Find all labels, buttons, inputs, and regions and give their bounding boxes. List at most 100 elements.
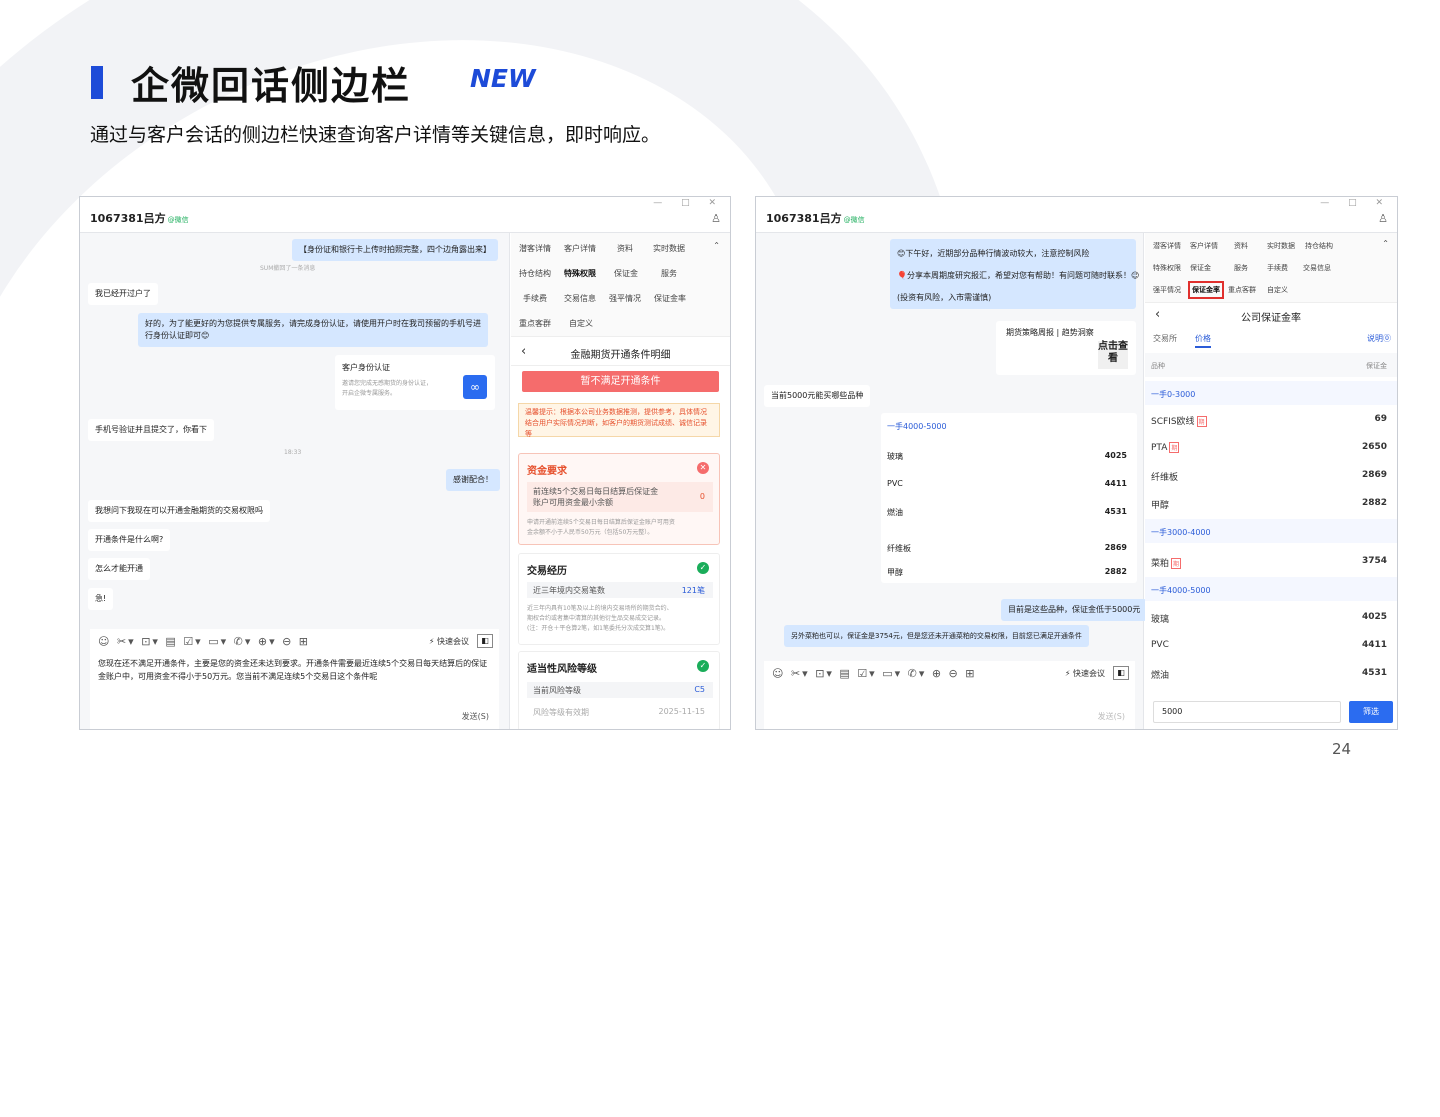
list-item[interactable]: 燃油 4531 [1145,659,1397,687]
tab-margin[interactable]: 保证金 [614,268,638,279]
tab-margin-rate[interactable]: 保证金率 [1188,281,1224,299]
tab-fees[interactable]: 手续费 [1267,263,1288,273]
help-link[interactable]: 说明⓪ [1367,333,1391,344]
item-name: 纤维板 [887,544,911,553]
list-item[interactable]: SCFIS欧线期 69 [1145,405,1397,433]
tab-special-permissions[interactable]: 特殊权限 [1153,263,1181,273]
item-value: 2882 [1361,498,1387,508]
tab-key-groups[interactable]: 重点客群 [1228,285,1256,295]
tab-client-details[interactable]: 客户详情 [564,243,596,254]
risk-section: 适当性风险等级 ✓ 当前风险等级 C5 风险等级有效期 2025-11-15 [518,651,720,729]
collapse-icon[interactable]: ⌃ [1382,239,1389,248]
window-controls[interactable]: — □ ✕ [653,198,724,208]
row-label: 当前风险等级 [533,686,581,695]
item-name: PTA 期 [1151,442,1180,453]
chat-message: 当前5000元能买哪些品种 [764,385,871,407]
page-subtitle: 通过与客户会话的侧边栏快速查询客户详情等关键信息，即时响应。 [90,124,661,146]
item-name: 燃油 [887,508,903,517]
toolbar-icons[interactable]: ☺ ✂▾ ⊡▾ ▤ ☑▾ ▭▾ ✆▾ ⊕ ⊖ ⊞ [772,667,977,680]
row-value: 2025-11-15 [658,707,706,716]
sidebar-toggle-icon[interactable]: ◧ [1113,666,1129,680]
chat-message: 我想问下我现在可以开通金融期货的交易权限吗 [88,500,270,522]
recall-notice: SUM撤回了一条消息 [260,265,316,272]
window-controls[interactable]: — □ ✕ [1320,198,1391,208]
toolbar-icons[interactable]: ☺ ✂▾ ⊡▾ ▤ ☑▾ ▭▾ ✆▾ ⊕▾ ⊖ ⊞ [98,635,310,648]
tab-margin[interactable]: 保证金 [1190,263,1211,273]
input-area[interactable]: ☺ ✂▾ ⊡▾ ▤ ☑▾ ▭▾ ✆▾ ⊕ ⊖ ⊞ ⚡ 快速会议 ◧ 发送(S) [764,661,1135,729]
title-accent-bar [91,66,103,99]
sidebar-panel: 潜客详情 客户详情 资料 实时数据 ⌃ 持仓结构 特殊权限 保证金 服务 手续费… [511,233,730,729]
collapse-icon[interactable]: ⌃ [713,241,720,250]
tab-service[interactable]: 服务 [1234,263,1248,273]
tab-service[interactable]: 服务 [661,268,677,279]
report-thumbnail: 点击查看 [1098,341,1128,369]
tab-margin-rate[interactable]: 保证金率 [654,293,686,304]
status-button[interactable]: 暂不满足开通条件 [522,371,719,392]
tab-key-groups[interactable]: 重点客群 [519,318,551,329]
tab-custom[interactable]: 自定义 [1267,285,1288,295]
item-name: SCFIS欧线期 [1151,416,1207,427]
chat-message: 急! [88,588,114,610]
sidebar-toggle-icon[interactable]: ◧ [477,634,493,648]
fail-icon: ✕ [697,462,709,474]
add-user-icon[interactable]: ♙ [1378,212,1388,225]
page-title: 企微回话侧边栏 [131,64,412,108]
chat-message: 怎么才能开通 [88,558,150,580]
tab-fees[interactable]: 手续费 [523,293,547,304]
tab-client-details[interactable]: 客户详情 [1190,241,1218,251]
item-name: 纤维板 [1151,473,1179,483]
send-button[interactable]: 发送(S) [462,711,489,722]
tab-forced-liquidation[interactable]: 强平情况 [1153,285,1181,295]
tab-materials[interactable]: 资料 [1234,241,1248,251]
add-user-icon[interactable]: ♙ [711,212,721,225]
panel-title: 公司保证金率 [1241,313,1301,324]
report-card[interactable]: 期货策略周报 | 趋势洞察 点击查看 [996,321,1136,375]
quick-meeting-button[interactable]: ⚡ 快速会议 [1065,668,1105,679]
filter-button[interactable]: 筛选 [1349,701,1393,723]
panel-header: ‹ 金融期货开通条件明细 [511,338,730,366]
panel-header: ‹ 公司保证金率 [1145,303,1397,327]
tab-position-structure[interactable]: 持仓结构 [1305,241,1333,251]
list-item[interactable]: 菜粕期 3754 [1145,547,1397,575]
input-area[interactable]: ☺ ✂▾ ⊡▾ ▤ ☑▾ ▭▾ ✆▾ ⊕▾ ⊖ ⊞ ⚡ 快速会议 ◧ 您现在还不… [90,629,499,729]
tab-realtime-data[interactable]: 实时数据 [1267,241,1295,251]
list-item[interactable]: 玻璃 4025 [1145,603,1397,631]
chat-area: 😊下午好，近期部分品种行情波动较大，注意控制风险 🎈分享本周期度研究报汇，希望对… [756,233,1148,729]
list-item[interactable]: PTA 期 2650 [1145,433,1397,461]
item-name: PVC [1151,640,1169,650]
chat-message: 另外菜粕也可以，保证金是3754元，但是您还未开通菜粕的交易权限，目前您已满足开… [784,625,1089,647]
item-value: 4411 [1361,640,1387,650]
tab-prospect-details[interactable]: 潜客详情 [1153,241,1181,251]
tab-trade-info[interactable]: 交易信息 [564,293,596,304]
list-item[interactable]: PVC 4411 [1145,631,1397,659]
row-value: C5 [694,685,705,694]
search-input[interactable]: 5000 [1153,701,1341,723]
link-icon[interactable]: ∞ [463,375,487,399]
check-icon: ✓ [697,562,709,574]
list-item[interactable]: 甲醇 2882 [1145,489,1397,517]
tab-position-structure[interactable]: 持仓结构 [519,268,551,279]
tab-prospect-details[interactable]: 潜客详情 [519,243,551,254]
chat-message: 好的，为了能更好的为您提供专属服务，请完成身份认证，请使用开户时在我司预留的手机… [138,313,488,347]
section-desc: 近三年内具有10笔及以上的境内交易场所的期货合约、 期权合约或者集中清算的其他衍生… [527,605,673,632]
group-label: 一手4000-5000 [887,422,947,431]
item-value: 3754 [1361,556,1387,566]
quick-meeting-button[interactable]: ⚡ 快速会议 [429,636,469,647]
tab-custom[interactable]: 自定义 [569,318,593,329]
tab-realtime-data[interactable]: 实时数据 [653,243,685,254]
message-draft[interactable]: 您现在还不满足开通条件，主要是您的资金还未达到要求。开通条件需要最近连续5个交易… [98,657,491,683]
send-button[interactable]: 发送(S) [1098,711,1125,722]
list-item[interactable]: 纤维板 2869 [1145,461,1397,489]
tab-materials[interactable]: 资料 [617,243,633,254]
col-variety: 品种 [1151,362,1165,370]
identity-card[interactable]: 客户身份认证 邀请您完成无感期货的身份认证， 开启企微专属服务。 ∞ [335,355,495,410]
item-value: 4025 [1104,451,1127,460]
tab-special-permissions[interactable]: 特殊权限 [564,268,596,279]
tab-forced-liquidation[interactable]: 强平情况 [609,293,641,304]
tab-trade-info[interactable]: 交易信息 [1303,263,1331,273]
subtab-exchange[interactable]: 交易所 [1153,333,1177,344]
subtab-price[interactable]: 价格 [1195,333,1211,348]
requirement-row: 当前风险等级 C5 [527,682,713,698]
section-title: 交易经历 [527,566,567,577]
wechat-tag: @微信 [843,216,865,224]
